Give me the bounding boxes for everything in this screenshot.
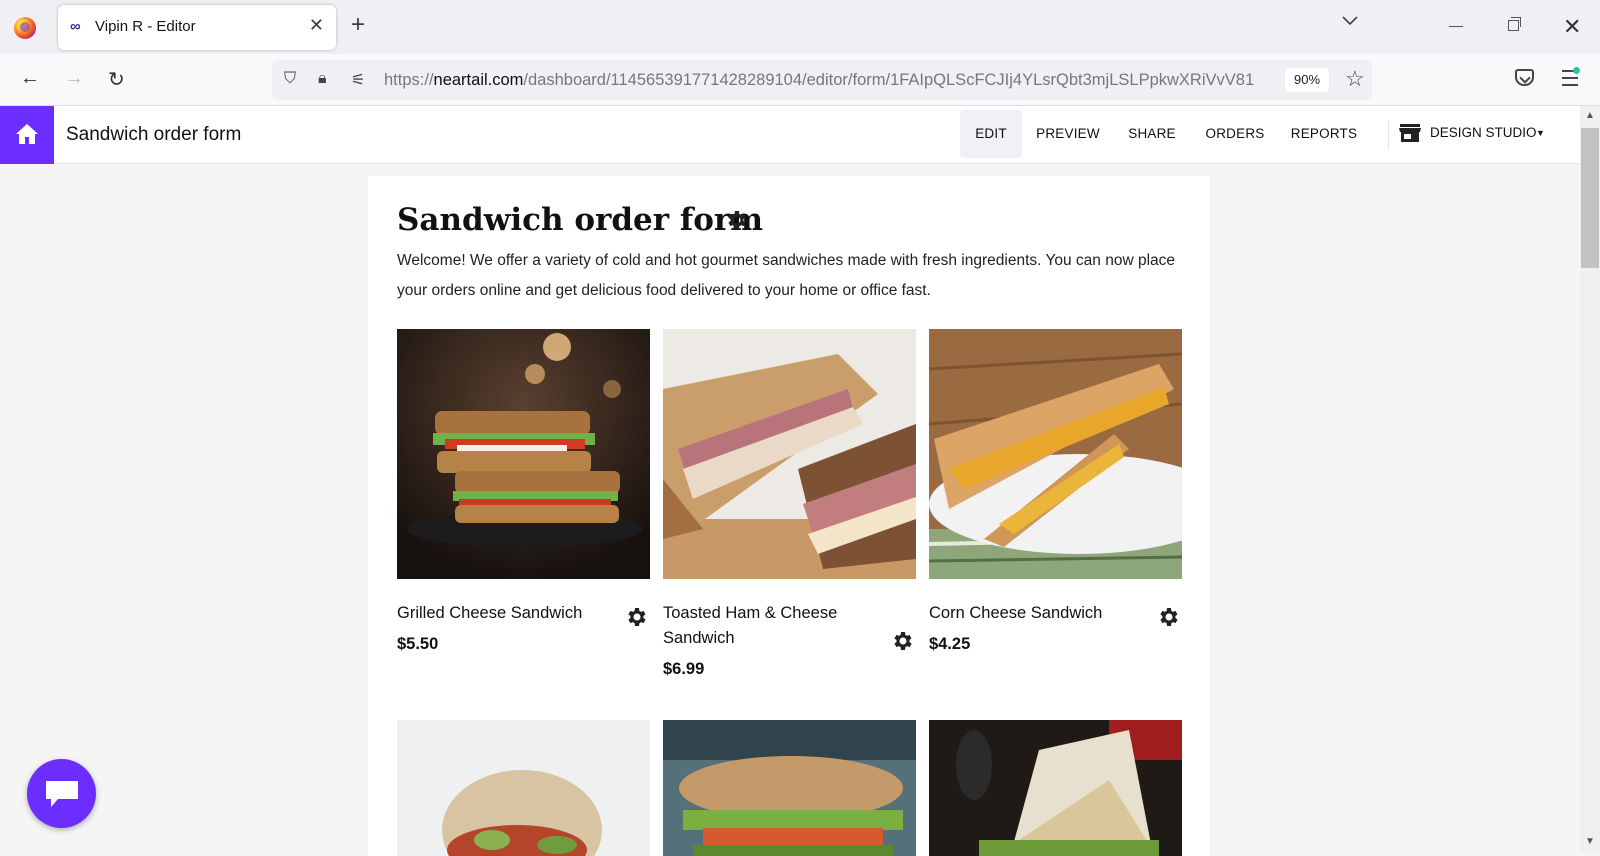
scroll-up-icon[interactable]: ▲ — [1585, 110, 1595, 121]
header-divider — [1388, 120, 1389, 150]
permissions-icon[interactable]: ⚟ — [351, 70, 365, 90]
scrollbar-thumb[interactable] — [1581, 128, 1599, 268]
minimize-window-icon[interactable] — [1449, 26, 1463, 27]
update-badge — [1573, 67, 1580, 74]
chat-support-button[interactable] — [27, 759, 96, 828]
product-price: $6.99 — [663, 660, 705, 678]
browser-tabbar: ∞ Vipin R - Editor ✕ + ✕ — [0, 0, 1600, 54]
product-settings-gear-icon[interactable] — [1157, 605, 1181, 629]
lock-icon[interactable]: 🔒︎ — [318, 70, 327, 88]
product-settings-gear-icon[interactable] — [891, 629, 915, 653]
product-image-grilled-cheese[interactable] — [397, 329, 650, 579]
form-settings-gear-icon[interactable] — [725, 208, 749, 232]
product-image-toasted-ham[interactable] — [663, 329, 916, 579]
bookmark-star-icon[interactable]: ☆ — [1345, 66, 1365, 92]
form-description[interactable]: Welcome! We offer a variety of cold and … — [397, 246, 1187, 306]
app-form-title: Sandwich order form — [66, 124, 242, 145]
product-name: Corn Cheese Sandwich — [929, 604, 1103, 622]
product-image-corn-cheese[interactable] — [929, 329, 1182, 579]
list-all-tabs-icon[interactable] — [1342, 16, 1358, 30]
store-icon[interactable] — [1399, 123, 1421, 148]
page-scrollbar[interactable]: ▲ ▼ — [1580, 106, 1600, 853]
product-image-wrapped[interactable] — [929, 720, 1182, 856]
product-image-pita[interactable] — [397, 720, 650, 856]
close-tab-icon[interactable]: ✕ — [309, 15, 324, 36]
form-title[interactable]: Sandwich order form — [397, 202, 763, 238]
caret-down-icon[interactable]: ▼ — [1536, 128, 1545, 138]
product-image-veggie[interactable] — [663, 720, 916, 856]
back-arrow-icon[interactable]: ← — [20, 67, 40, 90]
tab-orders[interactable]: ORDERS — [1200, 110, 1270, 158]
tab-edit[interactable]: EDIT — [960, 110, 1022, 158]
product-settings-gear-icon[interactable] — [625, 605, 649, 629]
forward-arrow-icon[interactable]: → — [64, 67, 84, 90]
shield-icon[interactable]: ⛉ — [284, 70, 296, 88]
pocket-icon[interactable] — [1515, 69, 1534, 86]
tab-reports[interactable]: REPORTS — [1287, 110, 1361, 158]
firefox-logo-icon[interactable] — [14, 17, 36, 39]
tab-title: Vipin R - Editor — [95, 18, 196, 35]
browser-tab[interactable]: ∞ Vipin R - Editor ✕ — [58, 5, 336, 50]
product-name: Grilled Cheese Sandwich — [397, 604, 583, 622]
tab-preview[interactable]: PREVIEW — [1032, 110, 1104, 158]
home-icon — [16, 124, 38, 144]
new-tab-icon[interactable]: + — [351, 11, 365, 39]
browser-navbar: ← → ↻ ⛉ 🔒︎ ⚟ https://neartail.com/dashbo… — [0, 54, 1600, 106]
tab-share[interactable]: SHARE — [1122, 110, 1182, 158]
restore-window-icon[interactable] — [1508, 17, 1521, 31]
product-name: Toasted Ham & Cheese Sandwich — [663, 604, 838, 647]
neartail-favicon-icon: ∞ — [70, 18, 81, 35]
product-price: $4.25 — [929, 635, 971, 653]
url-path: /dashboard/114565391771428289104/editor/… — [523, 71, 1255, 89]
zoom-level[interactable]: 90% — [1285, 68, 1329, 92]
url-text[interactable]: https://neartail.com/dashboard/114565391… — [384, 71, 1269, 90]
url-domain: neartail.com — [433, 71, 524, 89]
reload-icon[interactable]: ↻ — [108, 67, 125, 92]
url-prefix: https:// — [384, 71, 434, 89]
product-price: $5.50 — [397, 635, 439, 653]
home-button[interactable] — [0, 106, 54, 164]
form-card: Sandwich order form Welcome! We offer a … — [368, 176, 1210, 856]
chat-icon — [46, 781, 78, 807]
app-header: Sandwich order form EDIT PREVIEW SHARE O… — [0, 106, 1580, 164]
scroll-down-icon[interactable]: ▼ — [1585, 836, 1595, 847]
close-window-icon[interactable]: ✕ — [1563, 14, 1581, 40]
url-bar[interactable]: ⛉ 🔒︎ ⚟ https://neartail.com/dashboard/11… — [272, 60, 1372, 100]
design-studio-button[interactable]: DESIGN STUDIO — [1430, 125, 1537, 140]
